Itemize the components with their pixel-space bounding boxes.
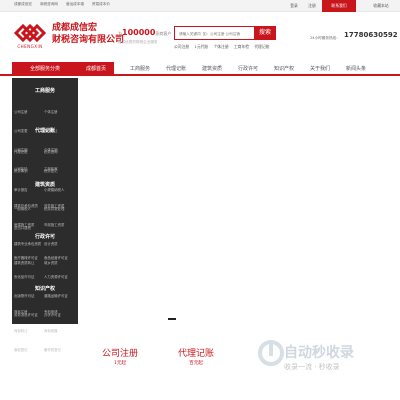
company-name: 成都成信宏 财税咨询有限公司 [52,22,124,46]
nav-item-ip[interactable]: 知识产权 [266,62,302,76]
category-title[interactable]: 知识产权 [12,284,78,294]
banner-area[interactable] [78,78,400,330]
nav-item-bookkeeping[interactable]: 代理记账 [158,62,194,76]
category-item[interactable]: 个体注册 [44,110,74,115]
category-item[interactable]: 商标续展 [44,329,74,334]
category-item[interactable]: 著作权登记 [44,348,74,353]
category-item[interactable]: 代理记账 [14,150,44,155]
top-link[interactable]: 成都成信宏 [14,2,32,7]
top-link[interactable]: 营运成本增 [66,2,84,7]
watermark-title: 自动秒收录 [284,345,354,361]
hot-keyword[interactable]: 个体注册 [213,44,228,49]
watermark: 自动秒收录 收录一流 · 秒收录 [258,336,394,380]
nav-item-home[interactable]: 成都首页 [78,62,114,76]
category-item[interactable]: 版权登记 [14,348,44,353]
feature-price: 百元起 [189,361,203,366]
category-item[interactable]: 建筑总承包资质 [14,204,44,209]
hotline-number: 17780630592 [344,31,398,39]
hot-keyword[interactable]: 1元代账 [194,44,208,49]
search-box: 搜索 [174,26,276,40]
category-item[interactable]: 人力资源许可证 [44,275,74,280]
hot-keywords: 公司注册 1元代账 个体注册 工商年检 代理记账 [174,44,273,50]
promo-suffix: 家商客户 [155,31,172,36]
category-item[interactable]: 税务筹划 [14,169,44,174]
category-item[interactable]: 劳务施工资质 [44,204,74,209]
feature-company-registration[interactable]: 公司注册 1元起 [90,348,150,368]
feature-bookkeeping[interactable]: 代理记账 百元起 [166,348,226,368]
category-title[interactable]: 行政许可 [12,232,78,242]
search-input[interactable] [179,29,255,38]
nav-item-license[interactable]: 行政许可 [230,62,266,76]
category-item[interactable]: 公司注册 [14,110,44,115]
logo-text: CHENGXIN [17,44,43,49]
promo-number: 100000 [122,28,156,37]
hot-keyword[interactable]: 公司注册 [174,44,189,49]
top-link[interactable]: 贸易成本价 [92,2,110,7]
category-item[interactable]: 税务咨询 [44,150,74,155]
category-item[interactable]: 税务登记 [44,169,74,174]
category-sidebar: 工商服务 公司注册 个体注册 公司变更 股份转让 公司注销 个体注销 公司年检 工商年审… [12,78,78,352]
category-items: 商标注册 专利申请 商标转让 商标续展 版权登记 著作权登记 [14,300,76,357]
watermark-slogan: 收录一流 · 秒收录 [284,363,340,371]
category-item[interactable]: 食品经营许可证 [44,256,74,261]
category-title[interactable]: 工商服务 [12,86,78,96]
company-name-line2: 财税咨询有限公司 [52,35,125,45]
category-item[interactable]: 房建施工资质 [14,223,44,228]
company-name-line1: 成都成信宏 [52,23,98,33]
hot-keyword[interactable]: 代理记账 [254,44,269,49]
watermark-logo-icon [258,340,284,366]
favorite-site-link[interactable]: 收藏本站 [362,0,400,12]
all-categories-tab[interactable]: 全部服务分类 [12,62,78,76]
nav-item-news[interactable]: 新闻头条 [338,62,374,76]
nav-item-business[interactable]: 工商服务 [122,62,158,76]
feature-price: 1元起 [113,361,127,366]
category-item[interactable]: 专利申请 [44,310,74,315]
search-button[interactable]: 搜索 [254,26,276,40]
category-item[interactable]: 危化品许可证 [14,275,44,280]
promo-subline: 提供优质的财税企业服务 [118,40,158,44]
feature-title: 公司注册 [101,349,138,359]
promo-line: 为100000家商客户 [118,28,171,37]
category-item[interactable]: 医疗器械许可证 [14,256,44,261]
register-link[interactable]: 注册 [304,1,320,11]
login-link[interactable]: 登录 [286,1,302,11]
top-bar: 成都成信宏 商税咨询网 营运成本增 贸易成本价 登录 注册 联系我们 收藏本站 [0,0,400,12]
category-item[interactable]: 市政施工资质 [44,223,74,228]
category-title[interactable]: 建筑资质 [12,180,78,190]
category-item[interactable]: 出版物许可证 [14,294,44,299]
feature-title: 代理记账 [177,349,214,359]
top-link[interactable]: 商税咨询网 [40,2,58,7]
category-title[interactable]: 代理记账 [12,126,78,136]
nav-item-qualification[interactable]: 建筑资质 [194,62,230,76]
nav-item-about[interactable]: 关于我们 [302,62,338,76]
category-item[interactable]: 道路运输许可证 [44,294,74,299]
hot-keyword[interactable]: 工商年检 [234,44,249,49]
contact-us-link[interactable]: 联系我们 [322,0,356,12]
slide-indicator[interactable] [168,318,176,320]
category-item[interactable]: 商标注册 [14,310,44,315]
category-item[interactable]: 商标转让 [14,329,44,334]
hotline-label: 24小时服务热线： [310,36,340,40]
main-nav: 全部服务分类 成都首页 工商服务 代理记账 建筑资质 行政许可 知识产权 关于我… [0,62,400,76]
